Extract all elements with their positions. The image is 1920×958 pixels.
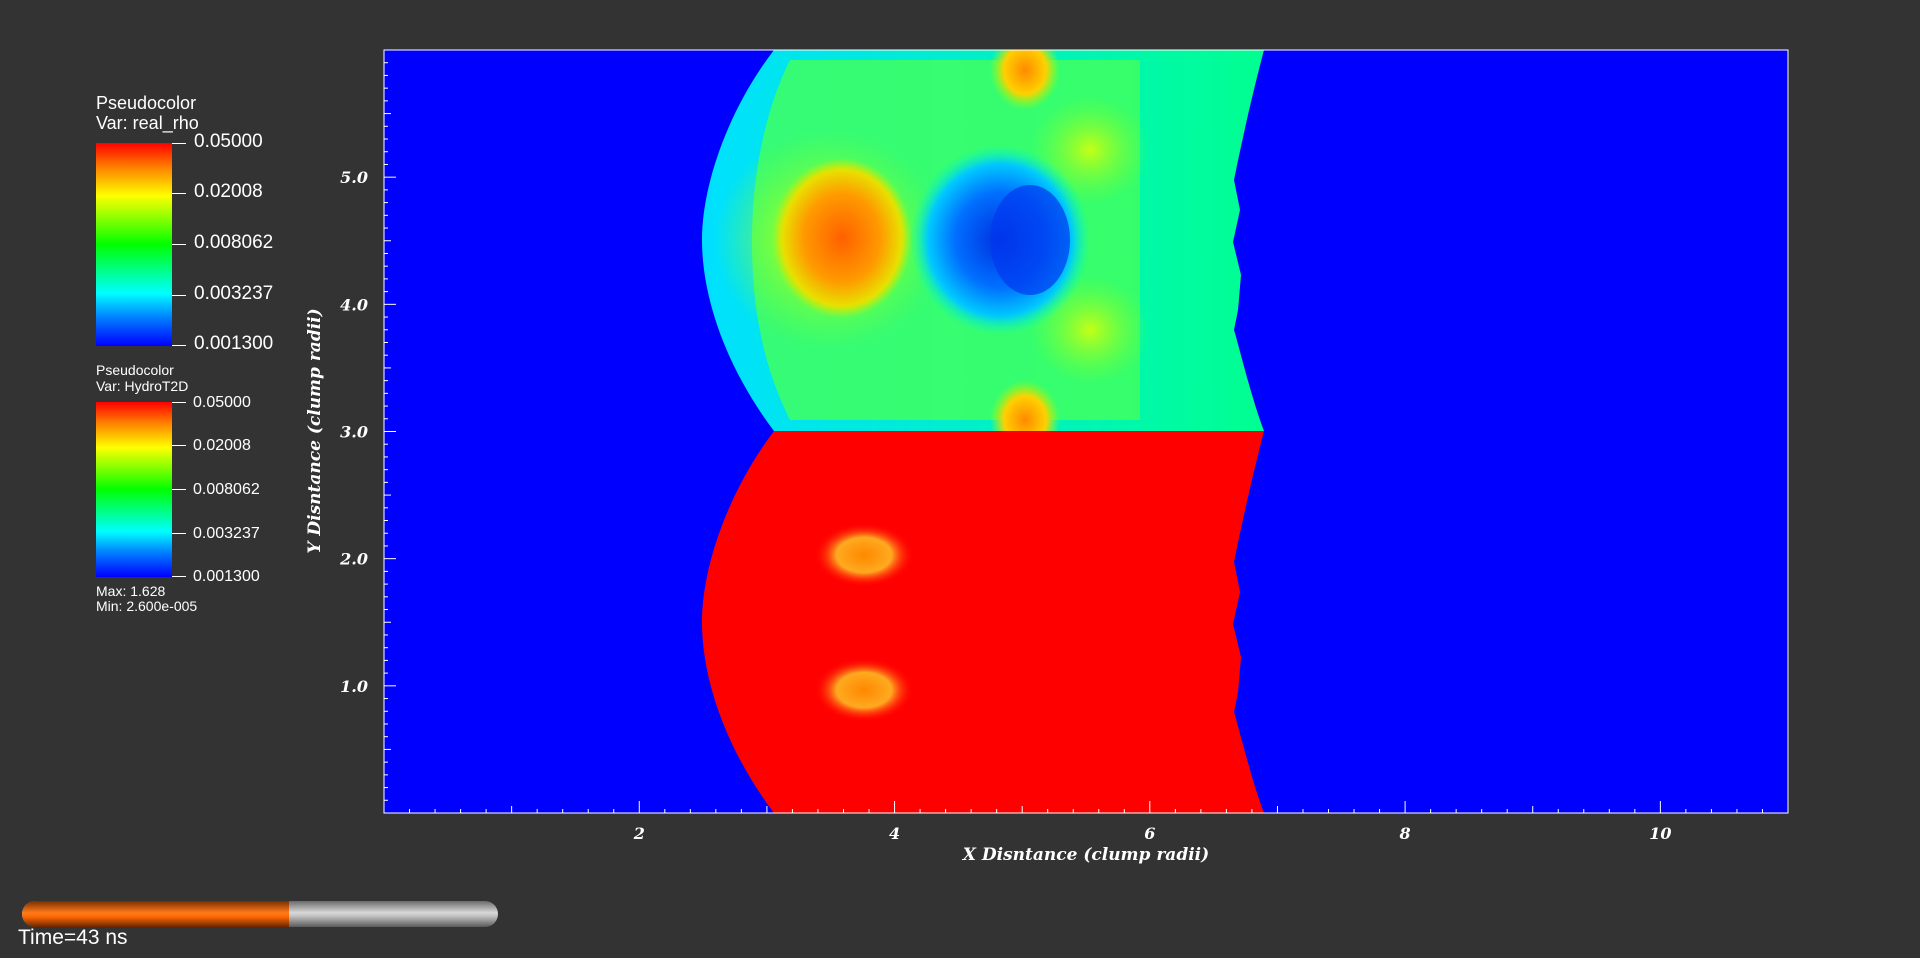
- lower-warm-blob: [814, 658, 914, 722]
- y-tick-label: 3.0: [340, 423, 368, 442]
- time-slider-fill: [22, 901, 289, 927]
- y-tick-label: 1.0: [340, 677, 368, 696]
- x-tick-label: 8: [1399, 824, 1411, 843]
- x-tick-label: 10: [1649, 824, 1671, 843]
- time-slider[interactable]: [22, 901, 498, 927]
- upper-dense-core: [772, 158, 912, 318]
- x-tick-label: 2: [633, 824, 645, 843]
- y-tick-label: 2.0: [339, 550, 368, 569]
- y-tick-label: 4.0: [340, 295, 368, 314]
- x-tick-label: 6: [1144, 824, 1155, 843]
- x-axis-title: X Disntance (clump radii): [962, 845, 1209, 865]
- x-tick-label: 4: [889, 824, 900, 843]
- field-layer: [702, 50, 1264, 813]
- lower-warm-blob: [814, 523, 914, 587]
- upper-top-spot: [990, 50, 1060, 110]
- upper-cavity-center: [990, 185, 1070, 295]
- y-axis-title: Y Disntance (clump radii): [305, 308, 325, 553]
- lower-heated-region: [702, 431, 1264, 813]
- time-label: Time=43 ns: [18, 926, 128, 949]
- y-tick-label: 5.0: [340, 168, 368, 187]
- pseudocolor-plot: 2 4 6 8 10 1.0 2.0 3.0 4.0 5.0 X Disntance (clump…: [305, 49, 1789, 865]
